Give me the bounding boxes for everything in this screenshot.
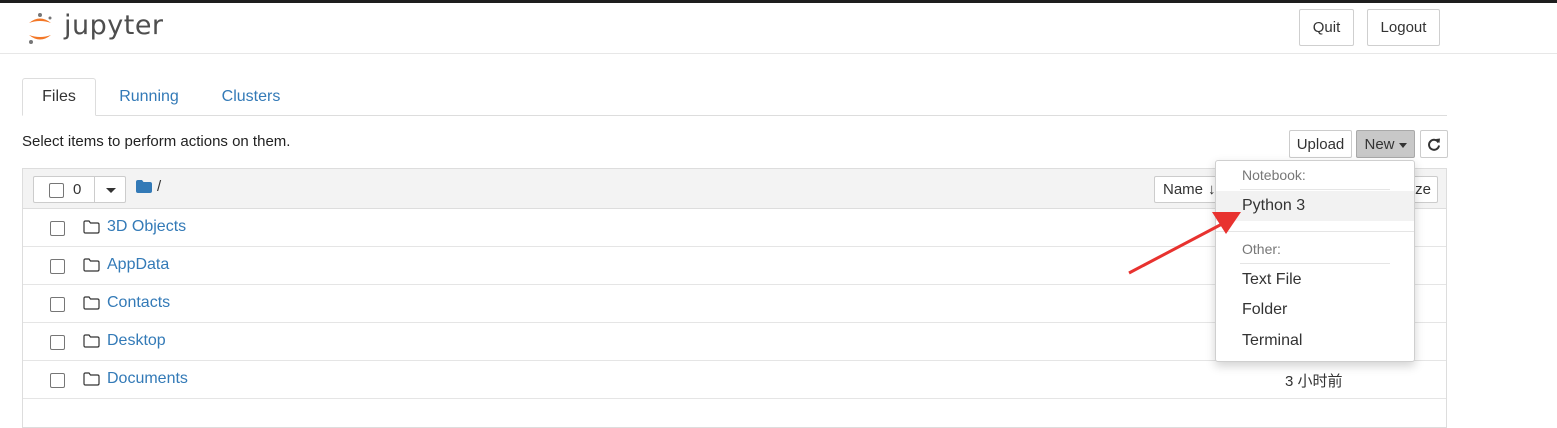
tab-clusters[interactable]: Clusters [207, 78, 295, 116]
tab-running[interactable]: Running [105, 78, 193, 116]
sort-name-label: Name [1163, 181, 1204, 198]
menu-divider [1216, 231, 1414, 232]
upload-button[interactable]: Upload [1289, 130, 1352, 158]
select-all-checkbox[interactable] [49, 183, 64, 198]
new-dropdown-button[interactable]: New [1356, 130, 1415, 158]
quit-button[interactable]: Quit [1299, 9, 1354, 46]
file-name-link[interactable]: 3D Objects [107, 218, 186, 236]
refresh-button[interactable] [1420, 130, 1448, 158]
window-top-border [0, 0, 1557, 3]
select-menu-caret-icon[interactable] [106, 188, 116, 193]
folder-outline-icon [83, 334, 100, 348]
row-checkbox[interactable] [50, 297, 65, 312]
row-checkbox[interactable] [50, 373, 65, 388]
folder-outline-icon [83, 220, 100, 234]
file-name-link[interactable]: Documents [107, 370, 188, 388]
folder-outline-icon [83, 258, 100, 272]
new-dropdown-menu: Notebook: Python 3 Other: Text File Fold… [1215, 160, 1415, 362]
file-row[interactable]: Documents 3 小时前 [23, 361, 1446, 399]
new-button-label: New [1364, 135, 1395, 153]
row-checkbox[interactable] [50, 221, 65, 236]
menu-item-text-file[interactable]: Text File [1216, 265, 1414, 295]
file-name-link[interactable]: AppData [107, 256, 169, 274]
menu-header-underline [1240, 263, 1390, 264]
row-checkbox[interactable] [50, 335, 65, 350]
menu-header-notebook: Notebook: [1242, 167, 1306, 183]
menu-header-underline [1240, 189, 1390, 190]
jupyter-logo-icon[interactable] [26, 12, 56, 46]
row-checkbox[interactable] [50, 259, 65, 274]
sort-size-label: ze [1415, 181, 1431, 198]
folder-icon [136, 180, 152, 193]
refresh-icon [1428, 138, 1440, 151]
menu-item-python3[interactable]: Python 3 [1216, 191, 1414, 221]
selection-hint: Select items to perform actions on them. [22, 133, 291, 150]
file-name-link[interactable]: Contacts [107, 294, 170, 312]
folder-outline-icon [83, 372, 100, 386]
tab-files[interactable]: Files [22, 78, 96, 116]
menu-item-terminal[interactable]: Terminal [1216, 326, 1414, 356]
breadcrumb-root[interactable]: / [157, 178, 161, 195]
jupyter-logo-text[interactable]: jupyter [64, 10, 164, 41]
caret-down-icon [1398, 142, 1407, 148]
select-divider [94, 177, 95, 202]
selected-count: 0 [73, 181, 82, 198]
tabs-divider [22, 115, 1447, 116]
menu-item-folder[interactable]: Folder [1216, 295, 1414, 325]
folder-outline-icon [83, 296, 100, 310]
logout-button[interactable]: Logout [1367, 9, 1440, 46]
file-modified: 3 小时前 [1285, 373, 1343, 390]
file-name-link[interactable]: Desktop [107, 332, 166, 350]
menu-header-other: Other: [1242, 241, 1281, 257]
header-divider [0, 53, 1557, 54]
select-all-control[interactable]: 0 [33, 176, 126, 203]
